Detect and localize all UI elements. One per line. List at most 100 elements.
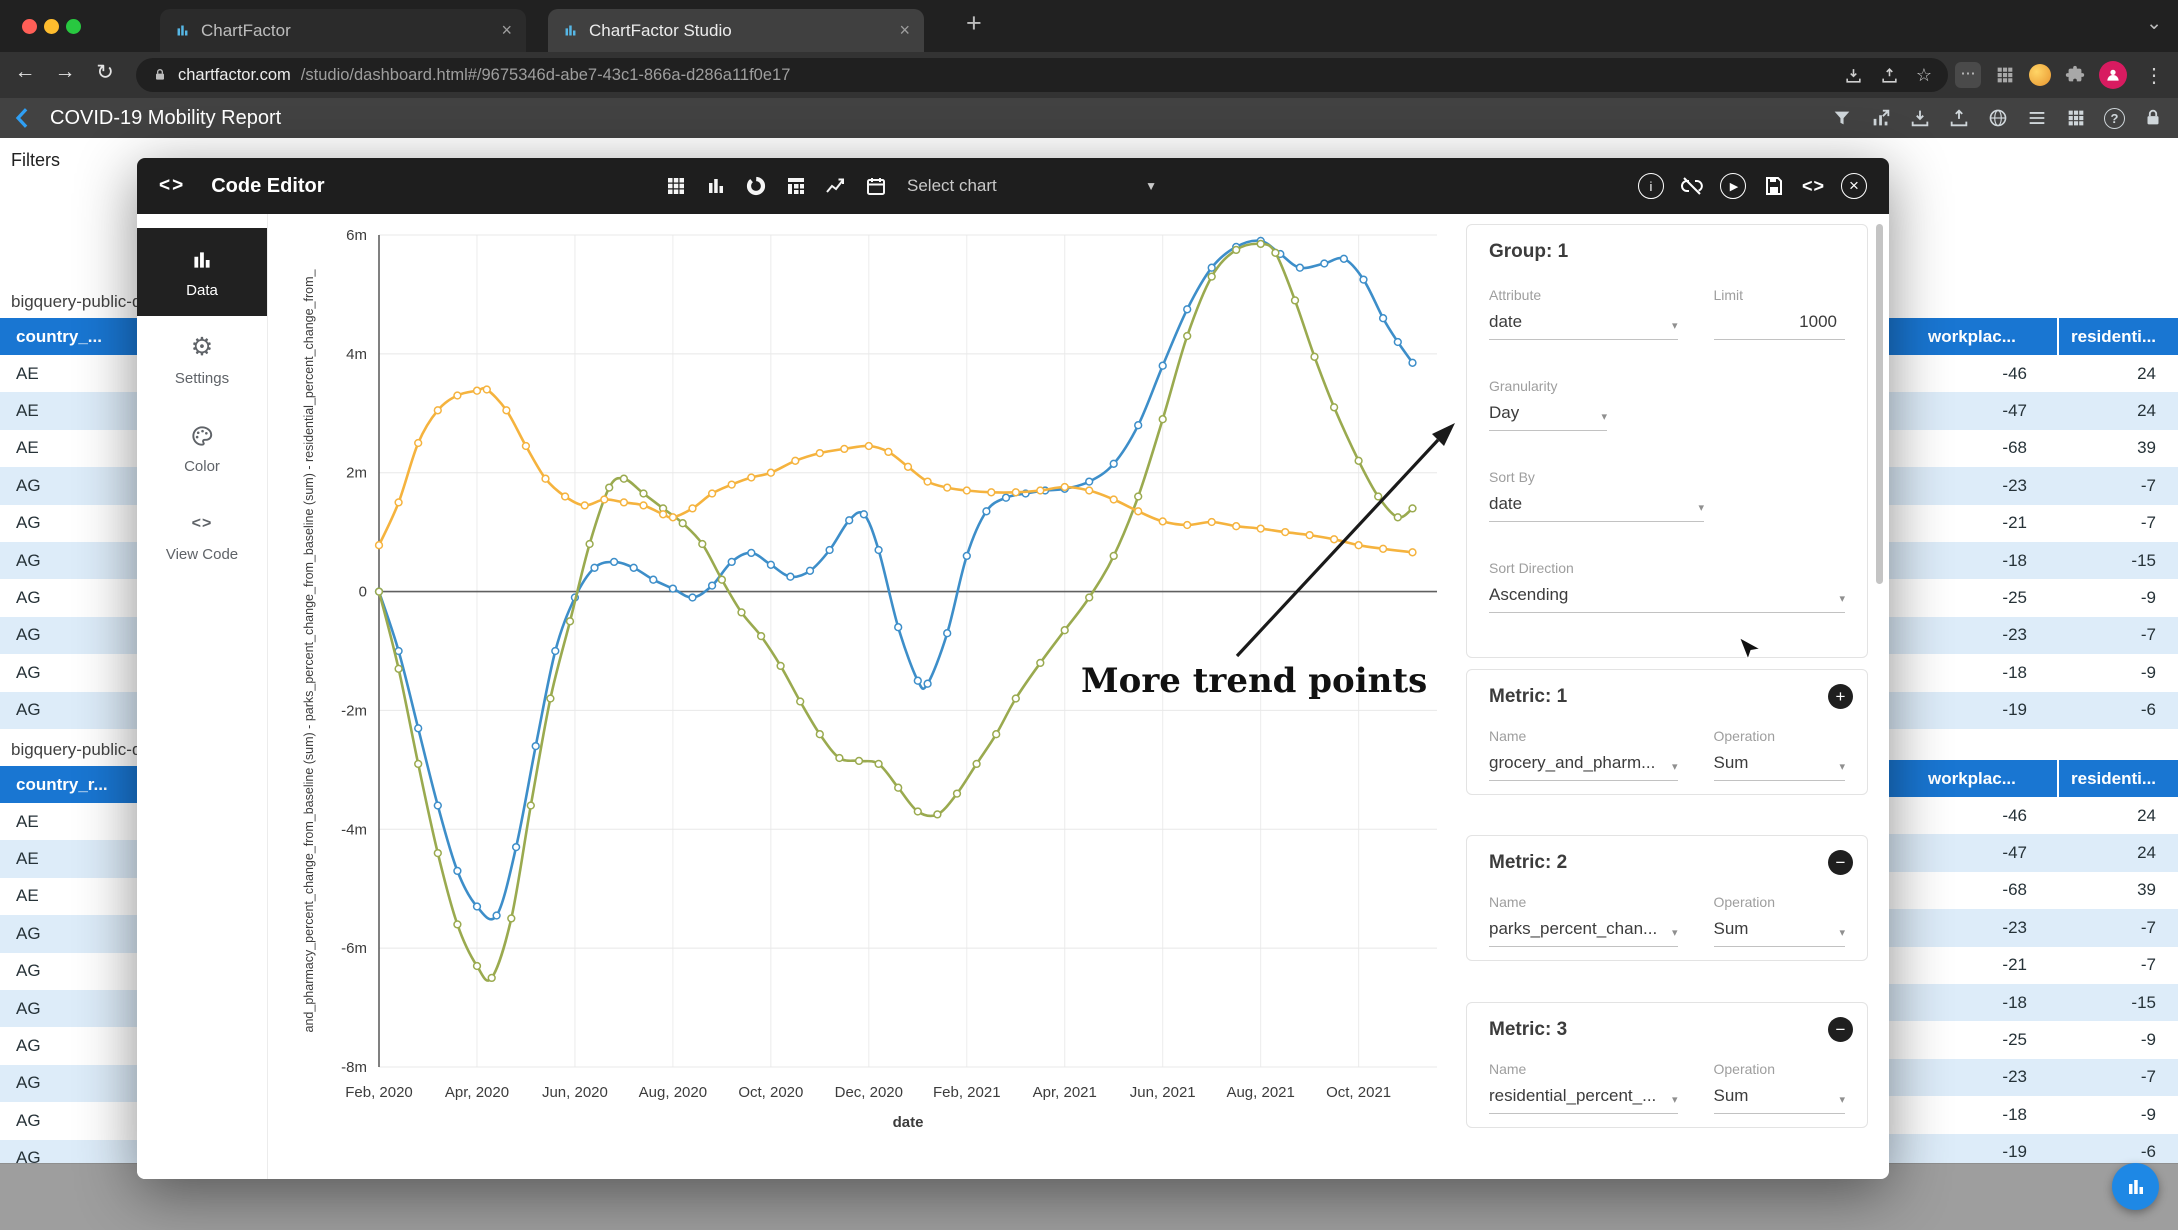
table-row[interactable]: -18-15: [1888, 984, 2178, 1021]
table-row[interactable]: AG: [0, 579, 137, 616]
table-row[interactable]: -4624: [1888, 797, 2178, 834]
table-row[interactable]: AG: [0, 1065, 137, 1102]
table-row[interactable]: AG: [0, 505, 137, 542]
globe-icon[interactable]: [1987, 107, 2009, 129]
install-app-icon[interactable]: [1844, 66, 1863, 85]
link-off-icon[interactable]: [1680, 174, 1704, 198]
list-icon[interactable]: [2026, 107, 2048, 129]
table-row[interactable]: -6839: [1888, 430, 2178, 467]
table-row[interactable]: AE: [0, 430, 137, 467]
reload-button[interactable]: ↻: [88, 60, 122, 85]
browser-menu-icon[interactable]: ⋮: [2144, 63, 2164, 88]
nav-item-view-code[interactable]: <> View Code: [137, 492, 267, 580]
nav-item-settings[interactable]: ⚙ Settings: [137, 316, 267, 404]
new-tab-button[interactable]: +: [966, 8, 982, 39]
add-metric-button[interactable]: +: [1828, 684, 1853, 709]
series-grocery-and-pharm-sum-[interactable]: [376, 238, 1416, 920]
tab-search-icon[interactable]: ⌄: [2146, 12, 2162, 35]
table-row[interactable]: AG: [0, 467, 137, 504]
remove-metric-button[interactable]: −: [1828, 1017, 1853, 1042]
pivot-table-icon[interactable]: [784, 174, 808, 198]
table-row[interactable]: AE: [0, 878, 137, 915]
column-header[interactable]: workplac...: [1888, 327, 2057, 347]
column-header-row[interactable]: workplac...residenti...: [1888, 760, 2178, 797]
granularity-select[interactable]: Day ▾: [1489, 403, 1607, 431]
address-bar[interactable]: chartfactor.com/studio/dashboard.html#/9…: [136, 58, 1948, 92]
column-header[interactable]: country_r...: [0, 766, 137, 803]
close-icon[interactable]: ×: [1841, 173, 1867, 199]
column-header[interactable]: workplac...: [1888, 769, 2057, 789]
series-parks-percent-chan-sum-[interactable]: [376, 241, 1416, 982]
column-header[interactable]: residenti...: [2057, 760, 2178, 797]
table-row[interactable]: AG: [0, 692, 137, 729]
bar-chart-icon[interactable]: [704, 174, 728, 198]
export-chart-icon[interactable]: [1870, 107, 1892, 129]
sort-direction-select[interactable]: Ascending ▾: [1489, 585, 1845, 613]
table-row[interactable]: -6839: [1888, 872, 2178, 909]
table-row[interactable]: AG: [0, 1102, 137, 1139]
calendar-icon[interactable]: [864, 174, 888, 198]
sort-by-select[interactable]: date ▾: [1489, 494, 1704, 522]
nav-item-data[interactable]: Data: [137, 228, 267, 316]
table-chart-icon[interactable]: [664, 174, 688, 198]
view-code-icon[interactable]: <>: [1802, 176, 1825, 197]
series-residential-percent-sum-[interactable]: [376, 386, 1416, 556]
table-row[interactable]: -4624: [1888, 355, 2178, 392]
table-row[interactable]: AE: [0, 840, 137, 877]
table-row[interactable]: -23-7: [1888, 617, 2178, 654]
table-row[interactable]: -21-7: [1888, 505, 2178, 542]
donut-chart-icon[interactable]: [744, 174, 768, 198]
scrollbar[interactable]: [1876, 224, 1883, 584]
table-row[interactable]: AG: [0, 654, 137, 691]
chart-fab-button[interactable]: [2112, 1163, 2159, 1210]
table-row[interactable]: AE: [0, 355, 137, 392]
lock-icon[interactable]: [2142, 107, 2164, 129]
extension-keyboard-icon[interactable]: ⋯: [1955, 62, 1981, 88]
column-header-row[interactable]: workplac...residenti...: [1888, 318, 2178, 355]
table-row[interactable]: -18-15: [1888, 542, 2178, 579]
table-row[interactable]: AE: [0, 392, 137, 429]
tab-chartfactor-studio[interactable]: ChartFactor Studio ×: [548, 9, 924, 52]
table-row[interactable]: -25-9: [1888, 579, 2178, 616]
table-row[interactable]: -23-7: [1888, 1059, 2178, 1096]
back-button[interactable]: ←: [8, 60, 42, 84]
table-row[interactable]: -4724: [1888, 392, 2178, 429]
extensions-puzzle-icon[interactable]: [2064, 64, 2086, 86]
extension-colored-icon[interactable]: [2029, 64, 2051, 86]
table-row[interactable]: AG: [0, 915, 137, 952]
grid-icon[interactable]: [2065, 107, 2087, 129]
column-header[interactable]: country_...: [0, 318, 137, 355]
remove-metric-button[interactable]: −: [1828, 850, 1853, 875]
table-row[interactable]: AE: [0, 803, 137, 840]
bookmark-star-icon[interactable]: ☆: [1916, 65, 1932, 86]
limit-input[interactable]: 1000: [1714, 312, 1846, 340]
save-icon[interactable]: [1762, 174, 1786, 198]
close-window-button[interactable]: [22, 19, 37, 34]
table-row[interactable]: -21-7: [1888, 947, 2178, 984]
table-row[interactable]: AG: [0, 1027, 137, 1064]
select-chart-dropdown[interactable]: Select chart ▼: [907, 176, 1157, 196]
nav-item-color[interactable]: Color: [137, 404, 267, 492]
download-icon[interactable]: [1909, 107, 1931, 129]
table-row[interactable]: AG: [0, 990, 137, 1027]
upload-icon[interactable]: [1948, 107, 1970, 129]
minimize-window-button[interactable]: [44, 19, 59, 34]
attribute-select[interactable]: date ▾: [1489, 312, 1678, 340]
zoom-window-button[interactable]: [66, 19, 81, 34]
tab-chartfactor[interactable]: ChartFactor ×: [160, 9, 526, 52]
info-icon[interactable]: i: [1638, 173, 1664, 199]
tab-close-icon[interactable]: ×: [501, 20, 512, 41]
metric-name-select[interactable]: parks_percent_chan...▾: [1489, 919, 1678, 947]
table-row[interactable]: AG: [0, 617, 137, 654]
metric-name-select[interactable]: grocery_and_pharm...▾: [1489, 753, 1678, 781]
metric-operation-select[interactable]: Sum▾: [1714, 1086, 1846, 1114]
forward-button[interactable]: →: [48, 60, 82, 84]
trend-chart-icon[interactable]: [824, 174, 848, 198]
metric-name-select[interactable]: residential_percent_...▾: [1489, 1086, 1678, 1114]
column-header[interactable]: residenti...: [2057, 318, 2178, 355]
profile-avatar[interactable]: [2099, 61, 2127, 89]
tab-close-icon[interactable]: ×: [899, 20, 910, 41]
help-icon[interactable]: ?: [2104, 108, 2125, 129]
table-row[interactable]: -23-7: [1888, 467, 2178, 504]
table-row[interactable]: AG: [0, 542, 137, 579]
